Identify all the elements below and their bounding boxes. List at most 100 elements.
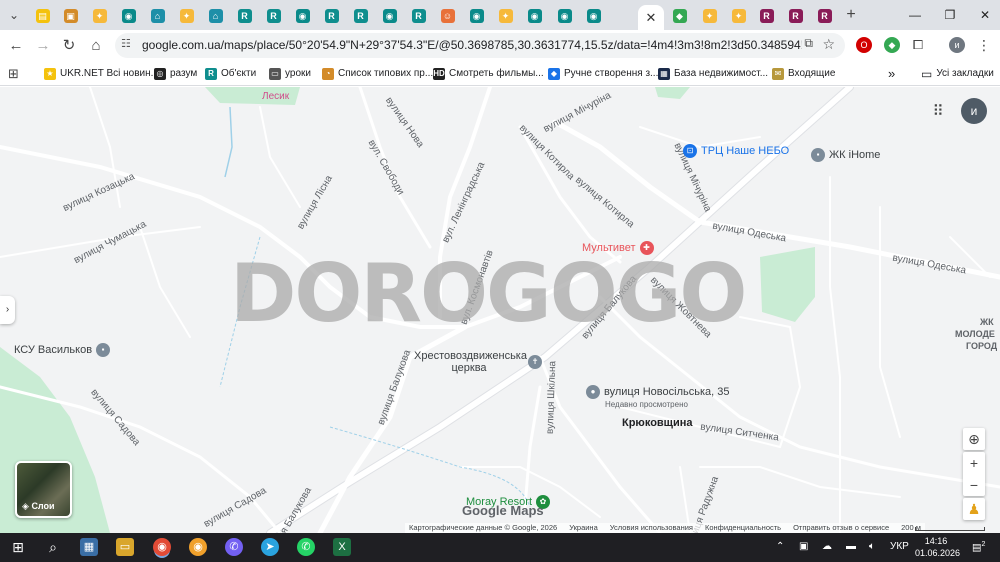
tab-house[interactable]: ⌂ <box>144 5 171 27</box>
bookmark-label: разум <box>170 68 198 79</box>
back-arrow-icon[interactable]: ← <box>6 36 26 56</box>
map-footer-link[interactable]: Украина <box>569 523 598 533</box>
map-poi[interactable]: КСУ Васильков ▪ <box>14 343 114 357</box>
tab-star-tile[interactable]: ✦ <box>696 5 723 27</box>
tab-search-chevron-down-icon[interactable]: ⌄ <box>5 6 23 24</box>
bookmark-item[interactable]: ▭ уроки <box>269 66 311 81</box>
zoom-out-icon[interactable]: − <box>963 474 985 496</box>
map-canvas[interactable]: Лесик вулиця Мічуріна вулиця Нова вул. Своб… <box>0 87 1000 533</box>
address-bar[interactable]: ☷ google.com.ua/maps/place/50°20'54.9"N+… <box>115 33 845 58</box>
tray-chevron-up-icon[interactable]: ⌃ <box>776 541 784 552</box>
minimize-icon[interactable]: — <box>906 6 924 24</box>
whatsapp-icon[interactable]: ✆ <box>297 538 315 556</box>
extension-shield-icon[interactable]: ◆ <box>884 37 900 53</box>
bookmark-star-icon[interactable]: ☆ <box>822 36 835 53</box>
tab-eye[interactable]: ◉ <box>580 5 607 27</box>
map-footer-link[interactable]: Конфиденциальность <box>705 523 781 533</box>
tab-yellow-doc[interactable]: ▤ <box>29 5 56 27</box>
my-location-icon[interactable]: ⊕ <box>963 428 985 450</box>
tab-r-tile[interactable]: R <box>753 5 780 27</box>
google-apps-grid-icon[interactable]: ⠿ <box>929 103 947 121</box>
bookmark-item[interactable]: ◎ разум <box>154 66 197 81</box>
language-indicator[interactable]: УКР <box>890 541 909 552</box>
tab-r-tile[interactable]: R <box>811 5 838 27</box>
map-poi[interactable]: ● вулиця Новосільська, 35 <box>586 385 729 399</box>
bookmarks-overflow-icon[interactable]: » <box>888 66 895 81</box>
street-view-pegman-icon[interactable]: ♟ <box>963 498 985 520</box>
close-window-icon[interactable]: ✕ <box>976 6 994 24</box>
extensions-puzzle-icon[interactable]: ⧠ <box>910 37 926 53</box>
bookmark-item[interactable]: R Об'єкти <box>205 66 256 81</box>
tab-star-tile[interactable]: ✦ <box>86 5 113 27</box>
bookmark-item[interactable]: ◆ Ручне створення з... <box>548 66 658 81</box>
reload-icon[interactable]: ↻ <box>59 36 79 56</box>
tab-r-tile[interactable]: R <box>318 5 345 27</box>
forward-arrow-icon[interactable]: → <box>33 36 53 56</box>
store-icon[interactable]: ▦ <box>80 538 98 556</box>
notifications-icon[interactable]: ▤2 <box>972 541 985 553</box>
bookmark-item[interactable]: ◔ Список типових пр... <box>322 66 433 81</box>
excel-icon[interactable]: X <box>333 538 351 556</box>
map-poi[interactable]: ⊡ ТРЦ Наше НЕБО <box>683 144 789 158</box>
bookmark-item[interactable]: ▦ База недвижимост... <box>658 66 768 81</box>
bookmark-item[interactable]: ★ UKR.NET Всі новин... <box>44 66 159 81</box>
side-panel-toggle-chevron-right-icon[interactable]: › <box>0 296 15 324</box>
home-icon[interactable]: ⌂ <box>86 36 106 56</box>
close-tab-icon[interactable]: ✕ <box>646 10 657 26</box>
telegram-icon[interactable]: ➤ <box>261 538 279 556</box>
tab-r-tile[interactable]: R <box>782 5 809 27</box>
install-app-icon[interactable]: ⧉ <box>804 36 813 51</box>
windows-start-icon[interactable]: ⊞ <box>9 538 27 556</box>
viber-icon[interactable]: ✆ <box>225 538 243 556</box>
map-poi[interactable]: ▪ ЖК iHome <box>811 148 880 162</box>
tab-gift[interactable]: ▣ <box>57 5 84 27</box>
tab-eye[interactable]: ◉ <box>551 5 578 27</box>
tab-eye[interactable]: ◉ <box>376 5 403 27</box>
poi-label: ТРЦ Наше НЕБО <box>701 145 790 157</box>
tab-r-tile[interactable]: R <box>347 5 374 27</box>
url-text[interactable]: google.com.ua/maps/place/50°20'54.9"N+29… <box>142 38 802 52</box>
bookmark-label: База недвижимост... <box>674 68 769 79</box>
site-settings-icon[interactable]: ☷ <box>121 37 131 50</box>
google-account-avatar[interactable]: и <box>961 98 987 124</box>
tab-r-tile[interactable]: R <box>405 5 432 27</box>
map-footer-link[interactable]: Условия использования <box>610 523 693 533</box>
tablet-mode-icon[interactable]: ▣ <box>799 541 808 552</box>
tab-eye[interactable]: ◉ <box>115 5 142 27</box>
map-footer-link[interactable]: Отправить отзыв о сервисе <box>793 523 889 533</box>
cloud-icon[interactable]: ☁ <box>822 541 832 552</box>
volume-icon[interactable]: 🔈︎ <box>869 541 875 552</box>
tab-r-tile[interactable]: R <box>260 5 287 27</box>
tab-eye[interactable]: ◉ <box>289 5 316 27</box>
tab-star-tile[interactable]: ✦ <box>725 5 752 27</box>
menu-kebab-icon[interactable]: ⋮ <box>976 37 992 53</box>
bookmark-item[interactable]: ✉ Входящие <box>772 66 835 81</box>
layers-label: Слои <box>31 501 55 511</box>
tab-maps[interactable]: ◆ <box>666 5 693 27</box>
layers-button[interactable]: ◈ Слои <box>15 461 72 518</box>
opera-extension-icon[interactable]: O <box>856 37 872 53</box>
apps-grid-icon[interactable]: ⊞ <box>8 66 19 81</box>
tab-star-tile[interactable]: ✦ <box>173 5 200 27</box>
tab-eye[interactable]: ◉ <box>463 5 490 27</box>
chrome-icon[interactable]: ◉ <box>153 538 171 556</box>
tab-house[interactable]: ⌂ <box>202 5 229 27</box>
bookmark-favicon-icon: ▦ <box>658 67 670 80</box>
new-tab-plus-icon[interactable]: + <box>843 6 859 24</box>
chrome-canary-icon[interactable]: ◉ <box>189 538 207 556</box>
active-tab[interactable]: ✕ <box>638 5 664 30</box>
tab-star-tile[interactable]: ✦ <box>492 5 519 27</box>
tab-r-tile[interactable]: R <box>231 5 258 27</box>
file-explorer-icon[interactable]: ▭ <box>116 538 134 556</box>
profile-avatar[interactable]: и <box>949 37 965 53</box>
search-icon[interactable]: ⌕ <box>44 538 62 556</box>
system-clock[interactable]: 14:16 01.06.2026 <box>915 535 960 559</box>
tab-smiley[interactable]: ☺ <box>434 5 461 27</box>
all-bookmarks[interactable]: ▭ Усі закладки <box>921 66 994 81</box>
bookmark-item[interactable]: HD Смотреть фильмы... <box>433 66 544 81</box>
tab-eye[interactable]: ◉ <box>521 5 548 27</box>
battery-icon[interactable]: ▬ <box>846 541 856 552</box>
map-poi[interactable]: Хрестовоздвиженська церква ✝ <box>414 350 546 374</box>
zoom-in-icon[interactable]: + <box>963 452 985 474</box>
restore-icon[interactable]: ❐ <box>941 6 959 24</box>
